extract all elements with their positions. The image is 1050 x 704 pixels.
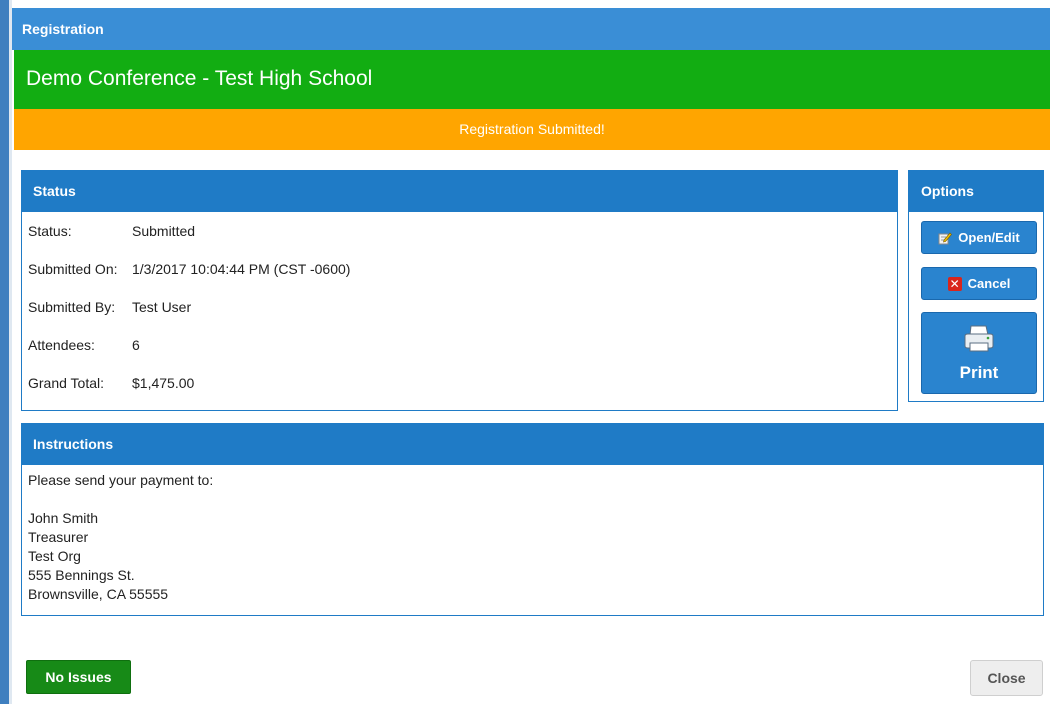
status-row-status: Status: Submitted bbox=[22, 212, 897, 250]
open-edit-label: Open/Edit bbox=[958, 230, 1020, 245]
print-label: Print bbox=[959, 362, 999, 382]
print-button[interactable]: Print bbox=[921, 312, 1037, 394]
status-row-attendees: Attendees: 6 bbox=[22, 326, 897, 364]
attendees-value: 6 bbox=[132, 337, 140, 353]
printer-icon bbox=[962, 324, 996, 359]
red-x-icon: ✕ bbox=[947, 276, 962, 291]
no-issues-button[interactable]: No Issues bbox=[26, 660, 131, 694]
edit-pencil-icon bbox=[938, 231, 953, 245]
options-panel: Options Open/Edit ✕ Cancel Print bbox=[908, 170, 1044, 402]
status-row-grand-total: Grand Total: $1,475.00 bbox=[22, 364, 897, 402]
options-panel-header: Options bbox=[909, 171, 1043, 212]
status-label: Status: bbox=[28, 223, 72, 239]
cancel-label: Cancel bbox=[967, 276, 1011, 291]
status-row-submitted-on: Submitted On: 1/3/2017 10:04:44 PM (CST -… bbox=[22, 250, 897, 288]
close-button[interactable]: Close bbox=[970, 660, 1043, 696]
background-window-edge bbox=[0, 0, 12, 704]
status-value: Submitted bbox=[132, 223, 196, 239]
submitted-by-label: Submitted By: bbox=[28, 299, 116, 315]
instructions-panel: Instructions Please send your payment to… bbox=[21, 423, 1044, 616]
status-panel: Status Status: Submitted Submitted On: 1/3… bbox=[21, 170, 898, 411]
event-title-banner: Demo Conference - Test High School bbox=[14, 50, 1050, 109]
dialog-title[interactable]: Registration bbox=[12, 8, 1050, 50]
submitted-by-value: Test User bbox=[132, 299, 192, 315]
submitted-on-label: Submitted On: bbox=[28, 261, 118, 277]
grand-total-value: $1,475.00 bbox=[132, 375, 195, 391]
submitted-on-value: 1/3/2017 10:04:44 PM (CST -0600) bbox=[132, 261, 351, 277]
registration-dialog: Registration Demo Conference - Test High… bbox=[12, 8, 1050, 704]
grand-total-label: Grand Total: bbox=[28, 375, 105, 391]
instructions-text: Please send your payment to: John Smith … bbox=[28, 472, 214, 602]
attendees-label: Attendees: bbox=[28, 337, 95, 353]
status-row-submitted-by: Submitted By: Test User bbox=[22, 288, 897, 326]
instructions-panel-header: Instructions bbox=[22, 424, 1043, 465]
cancel-registration-button[interactable]: ✕ Cancel bbox=[921, 267, 1037, 300]
open-edit-button[interactable]: Open/Edit bbox=[921, 221, 1037, 254]
submitted-status-banner: Registration Submitted! bbox=[14, 109, 1050, 150]
status-panel-header: Status bbox=[22, 171, 897, 212]
